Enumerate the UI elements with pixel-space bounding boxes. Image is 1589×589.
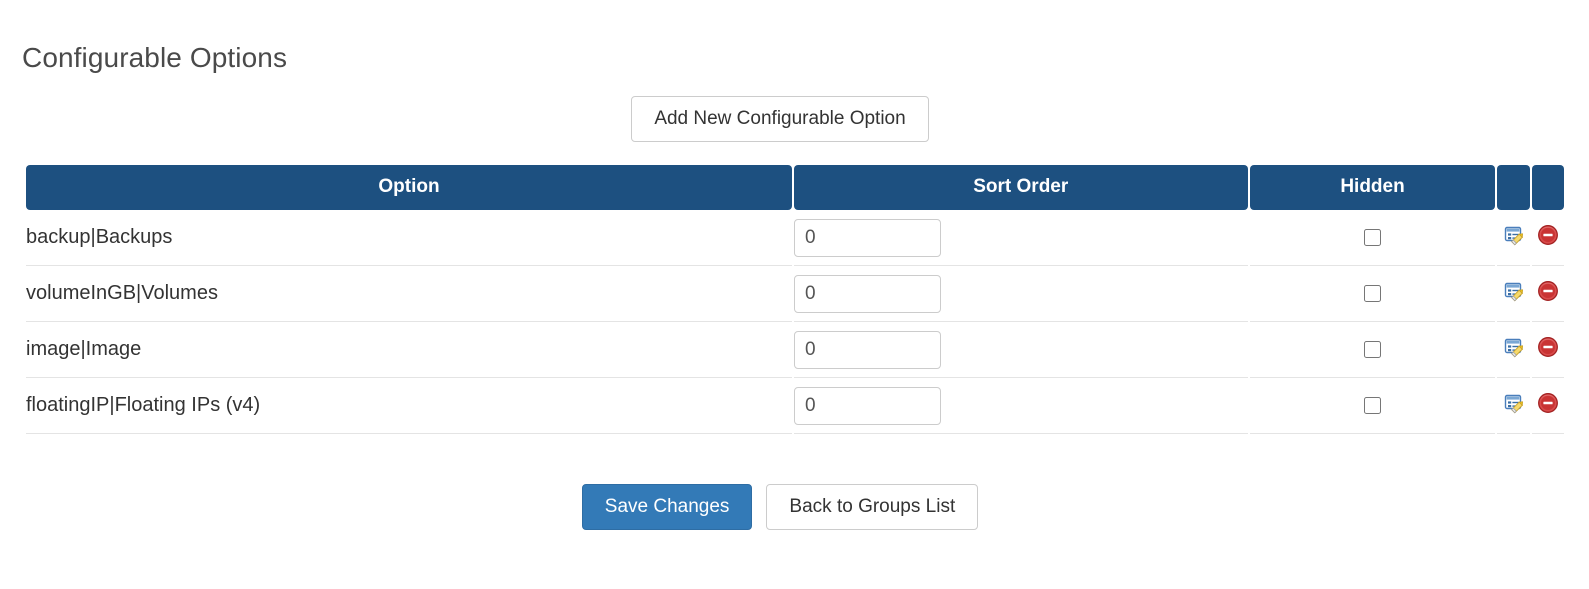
- option-name-cell: backup|Backups: [26, 210, 792, 266]
- delete-action-cell: [1531, 266, 1564, 322]
- sort-order-input[interactable]: [794, 218, 941, 257]
- delete-action-cell: [1531, 378, 1564, 434]
- column-header-hidden: Hidden: [1249, 165, 1496, 210]
- edit-icon-glyph: [1504, 394, 1523, 414]
- add-option-toolbar: Add New Configurable Option: [0, 96, 1560, 142]
- sort-order-cell: [794, 378, 1248, 434]
- delete-action-cell: [1531, 322, 1564, 378]
- configurable-options-table: Option Sort Order Hidden backup|Backupsv…: [24, 165, 1566, 434]
- sort-order-cell: [794, 322, 1248, 378]
- sort-order-cell: [794, 266, 1248, 322]
- column-header-option: Option: [26, 165, 792, 210]
- table-row: image|Image: [26, 322, 1564, 378]
- column-header-edit: [1497, 165, 1530, 210]
- delete-icon-glyph: [1537, 225, 1558, 245]
- edit-icon[interactable]: [1503, 224, 1525, 246]
- edit-action-cell: [1497, 210, 1530, 266]
- hidden-cell: [1249, 266, 1496, 322]
- add-new-configurable-option-button[interactable]: Add New Configurable Option: [631, 96, 929, 142]
- delete-icon[interactable]: [1537, 392, 1559, 414]
- table-row: volumeInGB|Volumes: [26, 266, 1564, 322]
- page-title: Configurable Options: [22, 42, 288, 73]
- hidden-cell: [1249, 322, 1496, 378]
- delete-icon-glyph: [1537, 281, 1558, 301]
- hidden-checkbox[interactable]: [1364, 340, 1381, 358]
- edit-icon[interactable]: [1503, 392, 1525, 414]
- hidden-checkbox[interactable]: [1364, 228, 1381, 246]
- back-to-groups-list-button[interactable]: Back to Groups List: [766, 484, 979, 530]
- sort-order-cell: [794, 210, 1248, 266]
- delete-icon-glyph: [1537, 337, 1558, 357]
- column-header-delete: [1531, 165, 1564, 210]
- sort-order-input[interactable]: [794, 330, 941, 369]
- table-row: backup|Backups: [26, 210, 1564, 266]
- configurable-options-table-wrapper: Option Sort Order Hidden backup|Backupsv…: [24, 165, 1566, 434]
- option-name-cell: floatingIP|Floating IPs (v4): [26, 378, 792, 434]
- edit-action-cell: [1497, 378, 1530, 434]
- edit-icon[interactable]: [1503, 280, 1525, 302]
- edit-action-cell: [1497, 322, 1530, 378]
- table-row: floatingIP|Floating IPs (v4): [26, 378, 1564, 434]
- hidden-checkbox[interactable]: [1364, 396, 1381, 414]
- option-name-cell: image|Image: [26, 322, 792, 378]
- save-changes-button[interactable]: Save Changes: [581, 484, 753, 530]
- table-header: Option Sort Order Hidden: [26, 165, 1564, 210]
- column-header-sort-order: Sort Order: [794, 165, 1248, 210]
- edit-icon-glyph: [1504, 226, 1523, 246]
- edit-icon-glyph: [1504, 282, 1523, 302]
- delete-icon[interactable]: [1537, 280, 1559, 302]
- form-actions: Save Changes Back to Groups List: [0, 484, 1560, 530]
- hidden-checkbox[interactable]: [1364, 284, 1381, 302]
- configurable-options-page: Configurable Options Add New Configurabl…: [0, 0, 1589, 589]
- sort-order-input[interactable]: [794, 274, 941, 313]
- sort-order-input[interactable]: [794, 386, 941, 425]
- table-body: backup|BackupsvolumeInGB|Volumesimage|Im…: [26, 210, 1564, 434]
- delete-icon[interactable]: [1537, 336, 1559, 358]
- delete-icon-glyph: [1537, 393, 1558, 413]
- edit-action-cell: [1497, 266, 1530, 322]
- edit-icon-glyph: [1504, 338, 1523, 358]
- hidden-cell: [1249, 378, 1496, 434]
- table-header-row: Option Sort Order Hidden: [26, 165, 1564, 210]
- delete-icon[interactable]: [1537, 224, 1559, 246]
- option-name-cell: volumeInGB|Volumes: [26, 266, 792, 322]
- hidden-cell: [1249, 210, 1496, 266]
- delete-action-cell: [1531, 210, 1564, 266]
- edit-icon[interactable]: [1503, 336, 1525, 358]
